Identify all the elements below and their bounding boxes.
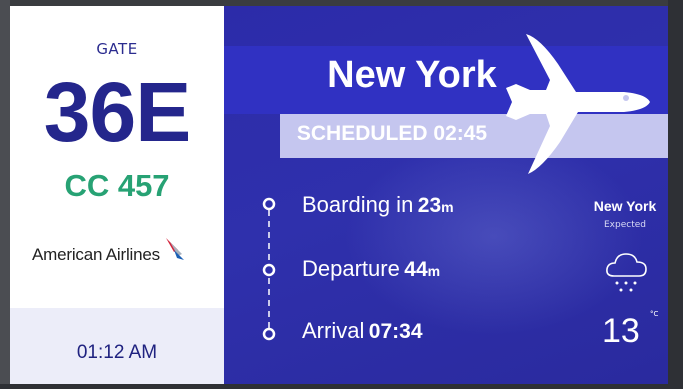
timeline-arrival: Arrival 07:34	[302, 318, 423, 344]
weather-city: New York	[593, 198, 657, 214]
timeline-departure: Departure 44m	[302, 256, 440, 282]
scheduled-time: SCHEDULED 02:45	[296, 122, 488, 145]
timeline-track	[262, 197, 276, 341]
snow-cloud-icon	[606, 253, 647, 292]
timeline-label: Departure	[302, 256, 400, 281]
timeline-unit: m	[441, 199, 454, 215]
weather-temperature: 13	[602, 312, 640, 350]
gate-display-screen: GATE 36E CC 457 American Airlines 01:12 …	[10, 6, 668, 384]
timeline-value: 07:34	[368, 320, 423, 343]
timeline-label: Arrival	[302, 318, 365, 343]
flight-status-panel: New York SCHEDULED 02:45 Boarding in 23m…	[224, 6, 668, 384]
gate-label: GATE	[96, 40, 138, 58]
timeline-unit: m	[427, 263, 441, 279]
airplane-icon	[506, 34, 650, 174]
monitor-bezel-bottom	[0, 384, 683, 389]
monitor-bezel-right	[668, 0, 683, 389]
weather-status: Expected	[604, 220, 646, 230]
weather-temperature-unit: °C	[650, 310, 659, 318]
timeline-boarding: Boarding in 23m	[302, 192, 454, 218]
timeline-value: 44	[404, 258, 428, 281]
timeline-label: Boarding in	[302, 192, 414, 217]
airline-logo-icon	[164, 236, 186, 266]
airline-brand: American Airlines	[32, 238, 186, 268]
current-time: 01:12 AM	[76, 342, 158, 363]
flight-number: CC 457	[64, 168, 170, 203]
monitor-bezel-left	[0, 0, 10, 389]
timeline-value: 23	[417, 194, 442, 217]
gate-number: 36E	[43, 65, 191, 159]
gate-info-panel: GATE 36E CC 457 American Airlines 01:12 …	[10, 6, 224, 384]
airline-name: American Airlines	[32, 245, 160, 264]
